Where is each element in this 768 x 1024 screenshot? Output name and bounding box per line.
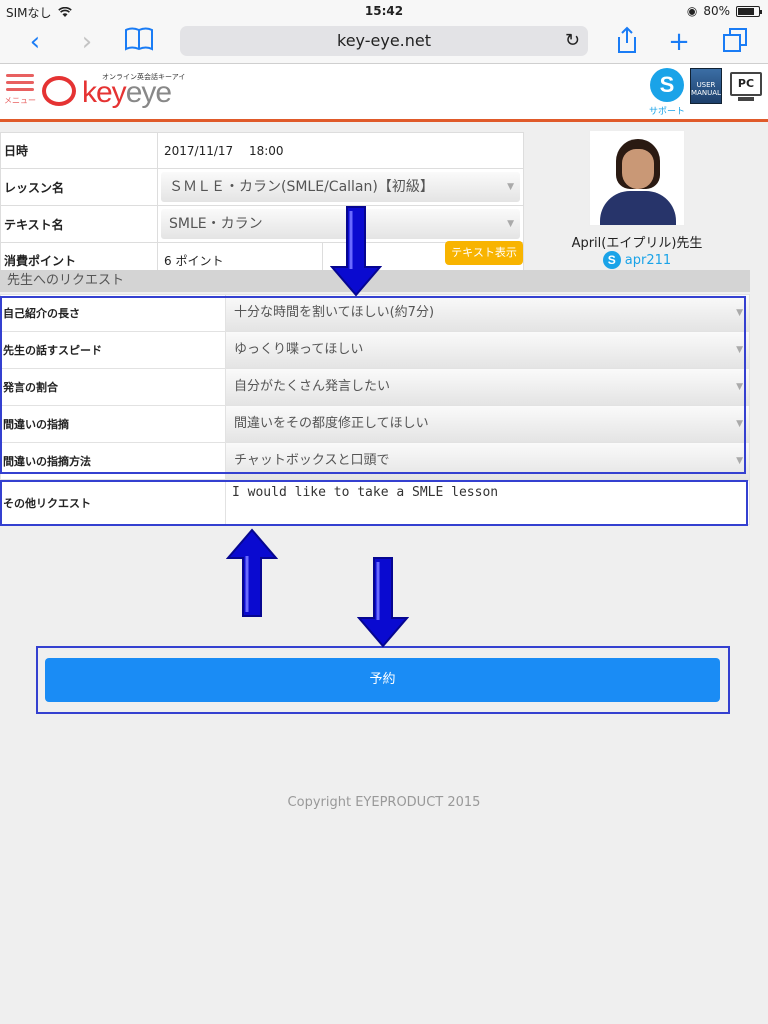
reserve-button[interactable]: 予約 (45, 658, 720, 702)
teacher-card: April(エイプリル)先生 S apr211 (562, 130, 712, 269)
browser-toolbar: ‹ › key-eye.net ↻ + (0, 22, 768, 64)
url-text: key-eye.net (337, 31, 431, 50)
arrow-down-icon (330, 206, 382, 297)
logo-bubble-icon (42, 76, 76, 106)
forward-icon[interactable]: › (70, 26, 104, 58)
date-label: 日時 (0, 132, 158, 169)
pc-label: PC (737, 77, 755, 90)
teacher-name[interactable]: April(エイプリル)先生 (562, 232, 712, 251)
date-row: 日時 2017/11/17 18:00 (0, 132, 524, 169)
share-icon[interactable] (610, 26, 644, 58)
teacher-photo[interactable] (589, 130, 685, 226)
battery-fill (738, 7, 754, 15)
site-header: メニュー オンライン英会話キーアイ keyeye S サポート USER MAN… (0, 64, 768, 122)
reload-icon[interactable]: ↻ (565, 26, 580, 56)
logo-key: key (82, 76, 127, 109)
text-select-value: SMLE・カラン (169, 216, 263, 232)
menu-label: メニュー (4, 96, 36, 105)
date-value: 2017/11/17 18:00 (157, 132, 524, 169)
logo-text: keyeye (82, 76, 172, 110)
battery-icon (736, 5, 762, 17)
skype-icon: S (650, 68, 684, 102)
pc-view-icon[interactable]: PC (730, 72, 762, 101)
address-bar[interactable]: key-eye.net ↻ (180, 26, 588, 56)
copyright-text: Copyright EYEPRODUCT 2015 (287, 795, 481, 810)
menu-button[interactable]: メニュー (4, 70, 36, 106)
hamburger-icon (4, 74, 36, 91)
lesson-row: レッスン名 ＳＭＬＥ・カラン(SMLE/Callan)【初級】 ▼ (0, 168, 524, 206)
annotation-box-requests (0, 296, 746, 474)
logo-eye: eye (125, 76, 172, 109)
skype-support-button[interactable]: S サポート (648, 68, 686, 117)
lesson-label: レッスン名 (0, 168, 158, 206)
support-label: サポート (648, 107, 685, 117)
clock: 15:42 (364, 4, 404, 18)
teacher-skype[interactable]: S apr211 (562, 251, 712, 269)
battery-percent: 80% (703, 4, 730, 18)
text-row: テキスト名 SMLE・カラン ▼ (0, 205, 524, 243)
status-bar: SIMなし 15:42 ◉ 80% (0, 0, 768, 22)
lesson-select[interactable]: ＳＭＬＥ・カラン(SMLE/Callan)【初級】 ▼ (161, 172, 520, 202)
chevron-down-icon: ▼ (507, 219, 514, 229)
new-tab-icon[interactable]: + (662, 26, 696, 58)
bookmarks-icon[interactable] (122, 26, 156, 58)
annotation-box-other (0, 480, 748, 526)
arrow-up-icon (226, 528, 278, 617)
orientation-lock-icon: ◉ (686, 4, 698, 18)
arrow-down-icon (357, 557, 409, 648)
skype-icon: S (602, 251, 621, 269)
text-display-button[interactable]: テキスト表示 (445, 241, 523, 265)
text-label: テキスト名 (0, 205, 158, 243)
manual-label: USER MANUAL (691, 81, 721, 97)
tabs-icon[interactable] (718, 26, 752, 58)
lesson-select-value: ＳＭＬＥ・カラン(SMLE/Callan)【初級】 (169, 179, 434, 195)
chevron-down-icon: ▼ (507, 182, 514, 192)
user-manual-icon[interactable]: USER MANUAL (690, 68, 722, 104)
skype-id: apr211 (624, 252, 672, 268)
back-icon[interactable]: ‹ (18, 26, 52, 58)
